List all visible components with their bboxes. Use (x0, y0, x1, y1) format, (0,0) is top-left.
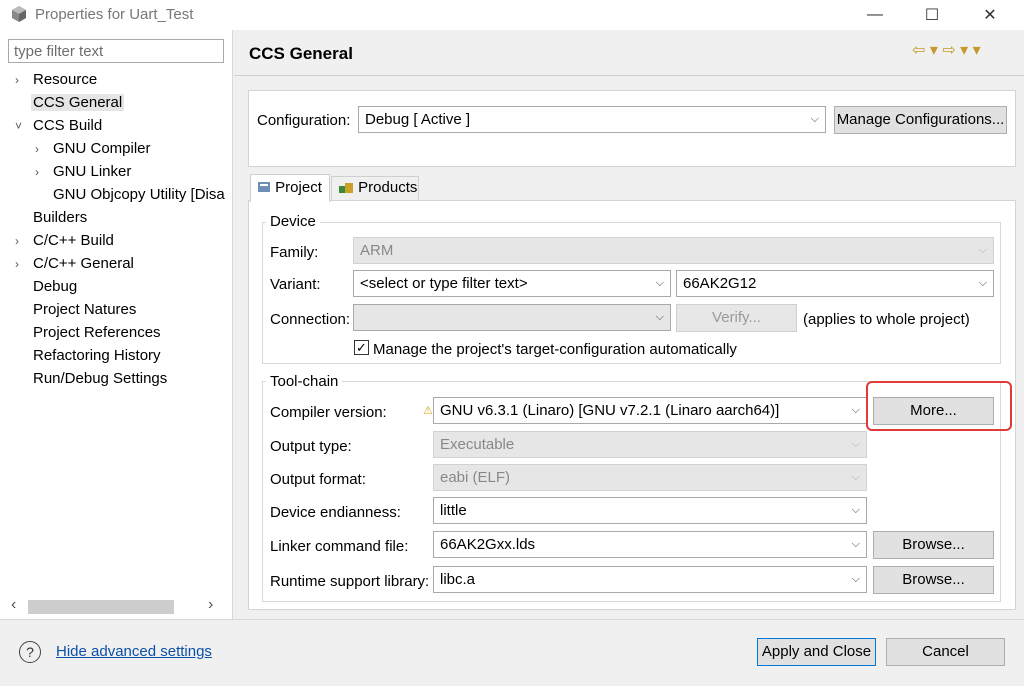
tree-item-cpp-build[interactable]: › C/C++ Build (15, 229, 225, 252)
history-nav-arrows[interactable]: ⇦ ▾ ⇨ ▾ ▾ (912, 40, 981, 60)
chevron-down-icon: ⌵ (978, 277, 987, 289)
divider (0, 619, 1024, 620)
tree-item-gnu-objcopy[interactable]: GNU Objcopy Utility [Disa (15, 183, 225, 206)
project-icon (258, 182, 270, 192)
device-legend: Device (266, 213, 320, 230)
chevron-down-icon: ⌵ (851, 438, 860, 450)
tree-item-project-references[interactable]: Project References (15, 321, 225, 344)
chevron-right-icon[interactable]: › (15, 69, 27, 92)
tab-project[interactable]: Project (250, 174, 330, 202)
configuration-select[interactable]: Debug [ Active ] ⌵ (358, 106, 826, 133)
window-title: Properties for Uart_Test (35, 6, 194, 23)
connection-label: Connection: (270, 311, 351, 328)
endianness-select[interactable]: little ⌵ (433, 497, 867, 524)
tree-item-ccs-general[interactable]: CCS General (15, 91, 225, 114)
chevron-right-icon[interactable]: › (35, 161, 47, 184)
tree-item-project-natures[interactable]: Project Natures (15, 298, 225, 321)
output-type-select[interactable]: Executable ⌵ (433, 431, 867, 458)
connection-select[interactable]: ⌵ (353, 304, 671, 331)
runtime-library-select[interactable]: libc.a ⌵ (433, 566, 867, 593)
runtime-library-label: Runtime support library: (270, 573, 430, 590)
linker-command-label: Linker command file: (270, 538, 409, 555)
tree-item-ccs-build[interactable]: ˅ CCS Build (15, 114, 225, 137)
chevron-down-icon: ⌵ (851, 573, 860, 585)
output-format-select[interactable]: eabi (ELF) ⌵ (433, 464, 867, 491)
linker-browse-button[interactable]: Browse... (873, 531, 994, 559)
tree-item-run-debug-settings[interactable]: Run/Debug Settings (15, 367, 225, 390)
divider (234, 75, 1024, 76)
chevron-down-icon[interactable]: ˅ (15, 115, 27, 138)
highlight-annotation (866, 381, 1012, 431)
page-title: CCS General (249, 44, 353, 63)
endianness-label: Device endianness: (270, 504, 401, 521)
tree-item-resource[interactable]: › Resource (15, 68, 225, 91)
apply-and-close-button[interactable]: Apply and Close (757, 638, 876, 666)
compiler-version-label: Compiler version: (270, 404, 387, 421)
output-type-label: Output type: (270, 438, 352, 455)
tree-item-builders[interactable]: Builders (15, 206, 225, 229)
chevron-down-icon: ⌵ (851, 538, 860, 550)
chevron-down-icon: ⌵ (851, 504, 860, 516)
manage-target-config-checkbox[interactable]: ✓ (354, 340, 369, 355)
variant-label: Variant: (270, 276, 321, 293)
family-select[interactable]: ARM ⌵ (353, 237, 994, 264)
hide-advanced-settings-link[interactable]: Hide advanced settings (56, 643, 212, 660)
filter-input[interactable] (8, 39, 224, 63)
tree-item-gnu-linker[interactable]: › GNU Linker (15, 160, 225, 183)
chevron-right-icon[interactable]: › (15, 230, 27, 253)
variant-filter-select[interactable]: <select or type filter text> ⌵ (353, 270, 671, 297)
chevron-down-icon: ⌵ (810, 113, 819, 125)
maximize-button[interactable]: ☐ (909, 0, 955, 30)
tree-item-cpp-general[interactable]: › C/C++ General (15, 252, 225, 275)
chevron-down-icon: ⌵ (851, 404, 860, 416)
app-icon (12, 6, 26, 22)
chevron-down-icon: ⌵ (655, 311, 664, 323)
verify-button[interactable]: Verify... (676, 304, 797, 332)
help-icon[interactable]: ? (19, 641, 41, 663)
tree-item-debug[interactable]: Debug (15, 275, 225, 298)
configuration-label: Configuration: (257, 112, 351, 129)
linker-command-select[interactable]: 66AK2Gxx.lds ⌵ (433, 531, 867, 558)
family-label: Family: (270, 244, 319, 261)
minimize-button[interactable]: — (852, 0, 898, 30)
cancel-button[interactable]: Cancel (886, 638, 1005, 666)
applies-note: (applies to whole project) (803, 311, 970, 328)
output-format-label: Output format: (270, 471, 366, 488)
close-button[interactable]: ✕ (967, 0, 1013, 30)
manage-configurations-button[interactable]: Manage Configurations... (834, 106, 1007, 134)
runtime-browse-button[interactable]: Browse... (873, 566, 994, 594)
scrollbar-thumb[interactable] (28, 600, 174, 614)
selected-tree-label: CCS General (31, 94, 125, 111)
tab-products[interactable]: Products (331, 176, 419, 200)
compiler-version-select[interactable]: GNU v6.3.1 (Linaro) [GNU v7.2.1 (Linaro … (433, 397, 867, 424)
scroll-right-icon[interactable]: › (208, 596, 213, 614)
manage-target-config-label: Manage the project's target-configuratio… (373, 341, 737, 358)
tree-item-refactoring-history[interactable]: Refactoring History (15, 344, 225, 367)
preferences-tree: › Resource CCS General ˅ CCS Build › GNU Co… (15, 68, 225, 390)
chevron-down-icon: ⌵ (655, 277, 664, 289)
chevron-down-icon: ⌵ (851, 471, 860, 483)
products-icon (339, 183, 353, 193)
variant-select[interactable]: 66AK2G12 ⌵ (676, 270, 994, 297)
toolchain-legend: Tool-chain (266, 373, 343, 390)
chevron-down-icon: ⌵ (978, 244, 987, 256)
chevron-right-icon[interactable]: › (15, 253, 27, 276)
tree-item-gnu-compiler[interactable]: › GNU Compiler (15, 137, 225, 160)
warning-icon: ⚠ (423, 405, 433, 417)
scroll-left-icon[interactable]: ‹ (11, 596, 16, 614)
chevron-right-icon[interactable]: › (35, 138, 47, 161)
